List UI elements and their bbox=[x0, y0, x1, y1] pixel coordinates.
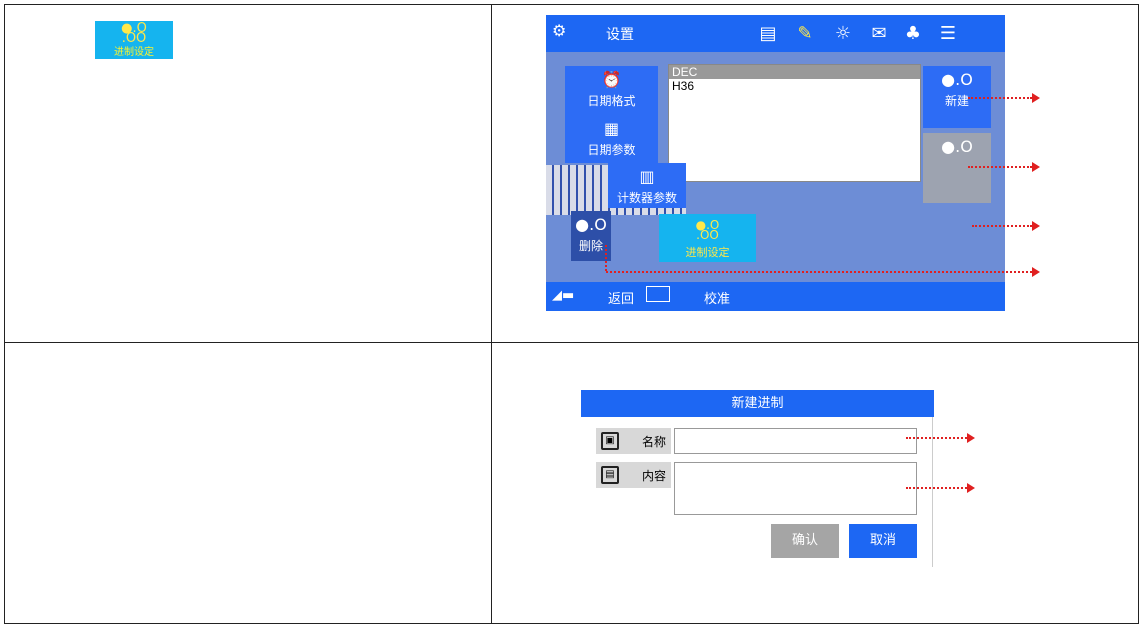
alarm-clock-icon: ⏰ bbox=[601, 70, 622, 89]
server-icon[interactable]: ☰ bbox=[933, 20, 963, 47]
device-settings-icon[interactable]: ▤ bbox=[753, 20, 783, 47]
arrow-pointer bbox=[968, 93, 1041, 103]
counter-param-button[interactable]: ▥ 计数器参数 bbox=[608, 163, 686, 208]
content-label-box: ▤ 内容 bbox=[596, 462, 671, 488]
calibrate-icon[interactable] bbox=[646, 286, 670, 302]
radix-setting-button[interactable]: ●.O .OO 进制设定 bbox=[659, 214, 756, 262]
table-cell-top-left bbox=[4, 4, 492, 343]
delete-radix-icon: ●.O bbox=[575, 215, 607, 234]
arrow-pointer bbox=[968, 162, 1041, 172]
new-radix-dialog: 新建进制 ▣ 名称 ▤ 内容 确认 取消 bbox=[581, 390, 934, 568]
radix-setting-thumbnail: ●.O .OO 进制设定 bbox=[95, 21, 173, 59]
dialog-title: 新建进制 bbox=[581, 390, 934, 417]
top-bar: ⚙ 设置 ▤ ✎ ☼ ✉ ♣ ☰ bbox=[546, 15, 1005, 52]
radix-icon: ●.O .OO bbox=[121, 21, 147, 46]
counter-icon: ▥ bbox=[639, 167, 655, 186]
layout-table: ●.O .OO 进制设定 ⚙ 设置 ▤ ✎ ☼ ✉ ♣ ☰ DEC H36 ⏰ 日… bbox=[0, 0, 1139, 624]
message-icon[interactable]: ✉ bbox=[864, 20, 894, 47]
bulb-icon[interactable]: ☼ bbox=[828, 20, 858, 47]
back-button[interactable]: 返回 bbox=[608, 288, 634, 307]
thumbnail-label: 进制设定 bbox=[114, 47, 154, 58]
name-label: 名称 bbox=[642, 435, 667, 449]
screen-title: 设置 bbox=[606, 27, 634, 43]
content-label: 内容 bbox=[642, 469, 667, 483]
list-item[interactable]: H36 bbox=[669, 79, 920, 93]
arrow-pointer bbox=[906, 433, 976, 443]
list-item[interactable]: DEC bbox=[669, 65, 920, 79]
calibrate-button[interactable]: 校准 bbox=[704, 288, 730, 307]
date-param-button[interactable]: ▦ 日期参数 bbox=[565, 115, 658, 163]
bottom-bar: ◢▬ 返回 校准 bbox=[546, 282, 1005, 311]
arrow-pointer bbox=[906, 483, 976, 493]
new-radix-icon: ●.O bbox=[941, 70, 973, 89]
confirm-button[interactable]: 确认 bbox=[771, 524, 839, 558]
arrow-connector bbox=[605, 245, 607, 271]
name-label-box: ▣ 名称 bbox=[596, 428, 671, 454]
edit-radix-icon: ●.O bbox=[941, 137, 973, 156]
cancel-button[interactable]: 取消 bbox=[849, 524, 917, 558]
table-cell-bottom-left bbox=[4, 342, 492, 624]
arrow-pointer bbox=[972, 221, 1041, 231]
radix-list[interactable]: DEC H36 bbox=[668, 64, 921, 182]
calendar-icon: ▦ bbox=[603, 119, 620, 138]
contact-card-icon: ▣ bbox=[601, 432, 619, 450]
radix-icon: ●.O .OO bbox=[695, 218, 720, 242]
content-field[interactable] bbox=[674, 462, 917, 515]
users-icon[interactable]: ♣ bbox=[898, 20, 928, 47]
edit-settings-icon[interactable]: ✎ bbox=[790, 20, 820, 47]
arrow-pointer bbox=[606, 267, 1041, 277]
name-field[interactable] bbox=[674, 428, 917, 454]
date-format-button[interactable]: ⏰ 日期格式 bbox=[565, 66, 658, 116]
back-arrow-icon[interactable]: ◢▬ bbox=[552, 288, 574, 303]
gears-icon: ⚙ bbox=[552, 21, 567, 40]
document-icon: ▤ bbox=[601, 466, 619, 484]
